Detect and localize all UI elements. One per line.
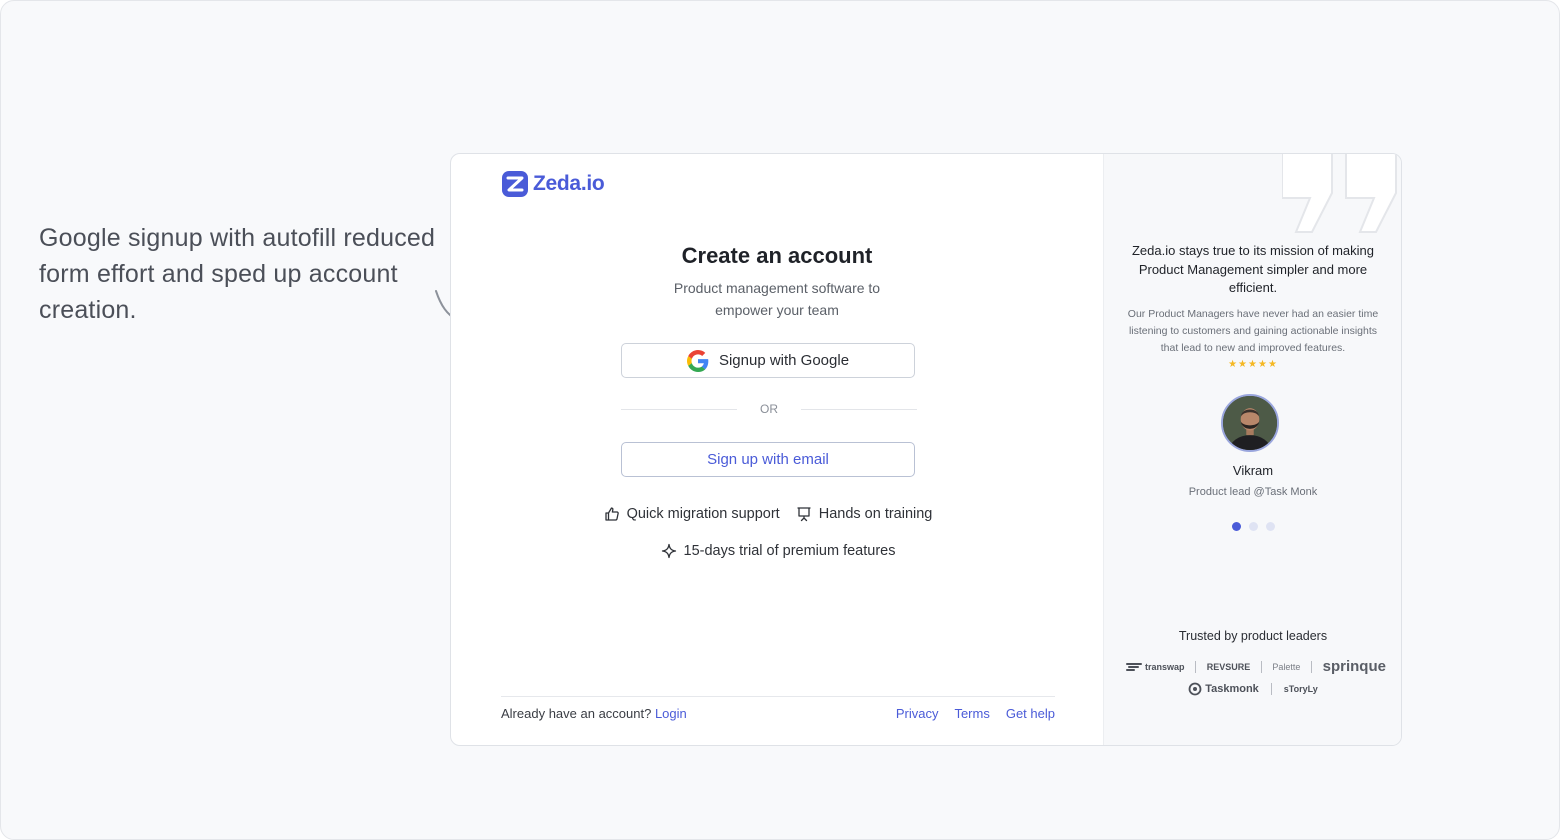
feature-label: Quick migration support	[626, 506, 780, 522]
feature-row: Quick migration support Hands on trainin…	[451, 506, 1085, 522]
page-subtitle: Product management software to empower y…	[673, 280, 881, 318]
logo-separator	[1270, 683, 1272, 695]
footer-divider	[501, 696, 1055, 697]
carousel-dot-2[interactable]	[1248, 522, 1258, 531]
sparkle-icon	[661, 543, 676, 559]
signup-with-email-button[interactable]: Sign up with email	[621, 442, 915, 477]
transwap-logo-icon	[1126, 662, 1142, 671]
zeda-logo-icon	[502, 171, 528, 197]
brand-logo[interactable]: Zeda.io	[501, 170, 605, 198]
testimonial-author-role: Product lead @Task Monk	[1188, 486, 1318, 498]
footer-links: Privacy Terms Get help	[896, 706, 1055, 721]
customer-logos-row: transwap REVSURE Palette sprinque	[1126, 658, 1386, 675]
or-divider: OR	[621, 401, 917, 419]
footer-login-prompt: Already have an account? Login	[501, 706, 687, 721]
signup-with-google-button[interactable]: Signup with Google	[621, 343, 915, 378]
customer-logo-label: sToryLy	[1283, 684, 1318, 694]
customer-logo-taskmonk: Taskmonk	[1188, 682, 1259, 696]
testimonial-headline: Zeda.io stays true to its mission of mak…	[1131, 243, 1375, 295]
logo-separator	[1260, 660, 1262, 673]
customer-logo-palette: Palette	[1272, 662, 1300, 672]
presentation-canvas: Google signup with autofill reduced form…	[0, 0, 1560, 840]
carousel-dot-1[interactable]	[1231, 522, 1241, 531]
customer-logo-label: sprinque	[1322, 658, 1386, 675]
customer-logo-label: REVSURE	[1206, 661, 1251, 672]
testimonial-body: Our Product Managers have never had an e…	[1127, 308, 1379, 354]
carousel-dot-3[interactable]	[1265, 522, 1275, 531]
presentation-icon	[797, 507, 811, 522]
person-avatar-icon	[1223, 396, 1277, 450]
customer-logo-revsure: REVSURE	[1207, 662, 1251, 672]
trusted-by-title: Trusted by product leaders	[1178, 629, 1328, 643]
avatar	[1221, 394, 1279, 452]
customer-logo-storyly: sToryLy	[1284, 684, 1318, 694]
feature-item: Quick migration support	[604, 506, 780, 522]
carousel-dots	[1104, 522, 1401, 531]
annotation-text: Google signup with autofill reduced form…	[39, 224, 436, 324]
testimonial-panel: Zeda.io stays true to its mission of mak…	[1103, 154, 1401, 745]
logo-separator	[1195, 660, 1197, 673]
testimonial-author-name: Vikram	[1232, 463, 1274, 478]
feature-row: 15-days trial of premium features	[451, 543, 1105, 559]
feature-item: Hands on training	[796, 506, 933, 522]
customer-logo-label: Palette	[1272, 661, 1301, 672]
signup-card: Zeda.io Create an account Product manage…	[450, 153, 1402, 746]
customer-logo-label: Taskmonk	[1205, 683, 1259, 695]
feature-item: 15-days trial of premium features	[661, 543, 896, 559]
signup-panel: Zeda.io Create an account Product manage…	[451, 154, 1103, 745]
brand-name: Zeda.io	[533, 172, 605, 195]
privacy-link[interactable]: Privacy	[896, 706, 939, 721]
quote-mark-icon	[1282, 154, 1397, 233]
customer-logo-transwap: transwap	[1126, 662, 1185, 672]
google-button-label: Signup with Google	[718, 352, 850, 369]
feature-label: Hands on training	[818, 506, 933, 522]
page-title: Create an account	[681, 243, 873, 268]
email-button-label: Sign up with email	[707, 451, 829, 468]
customer-logo-sprinque: sprinque	[1323, 658, 1386, 675]
star-rating: ★★★★★	[1228, 359, 1278, 370]
customer-logo-label: transwap	[1145, 661, 1185, 672]
login-prompt-text: Already have an account?	[501, 706, 652, 721]
divider-line-right	[801, 409, 917, 410]
customer-logos-row: Taskmonk sToryLy	[1104, 682, 1401, 696]
login-link[interactable]: Login	[655, 706, 687, 721]
thumbs-up-icon	[604, 507, 619, 521]
google-icon	[686, 349, 709, 372]
terms-link[interactable]: Terms	[954, 706, 989, 721]
taskmonk-logo-icon	[1188, 682, 1202, 696]
logo-separator	[1311, 660, 1313, 673]
feature-label: 15-days trial of premium features	[683, 543, 896, 559]
get-help-link[interactable]: Get help	[1006, 706, 1055, 721]
